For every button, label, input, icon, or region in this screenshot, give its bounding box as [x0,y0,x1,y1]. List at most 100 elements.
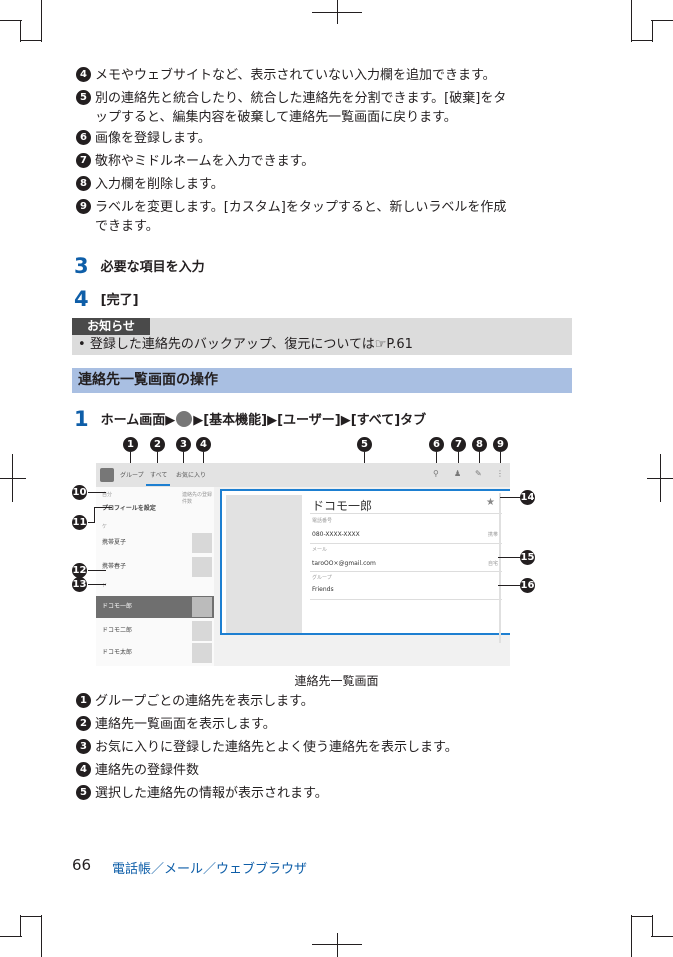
leader-line [94,507,112,508]
list-item-selected[interactable]: ドコモ一郎 [96,596,214,618]
list-item-text: ラベルを変更します。[カスタム]をタップすると、新しいラベルを作成 [95,200,507,215]
list-item-text: 連絡先の登録件数 [95,763,200,778]
callout-badge: 5 [357,437,372,452]
list-item-text: 連絡先一覧画面を表示します。 [95,717,276,732]
note-tag: お知らせ [72,318,150,335]
menu-icon[interactable]: ⋮ [496,469,504,478]
leader-line [498,585,520,586]
search-icon[interactable]: ⚲ [433,469,439,478]
crop-mark [631,915,632,957]
mail-label: メール [312,547,328,553]
edit-icon[interactable]: ✎ [475,469,482,478]
callout-badge: 6 [429,437,444,452]
number-badge: 8 [76,176,91,191]
phone-label: 電話番号 [312,518,333,524]
crop-mark [660,454,661,502]
note-text-body: 登録した連絡先のバックアップ、復元については☞P.61 [89,337,413,352]
action-bar: グループ すべて お気に入り ⚲ ♟ ✎ ⋮ [96,463,510,487]
step: 1 ホーム画面▶ ▶[基本機能]▶[ユーザー]▶[すべて]タブ [74,407,426,431]
leader-line [94,507,95,523]
phone-value[interactable]: 080-XXXX-XXXX [312,531,360,538]
list-item: 5 別の連絡先と統合したり、統合した連絡先を分割できます。[破棄]をタ [76,89,506,109]
list-item-text: お気に入りに登録した連絡先とよく使う連絡先を表示します。 [95,740,458,755]
crop-mark [41,915,42,957]
list-item-text: 入力欄を削除します。 [95,177,224,192]
number-badge: 1 [76,693,91,708]
app-icon [176,411,193,427]
contact-photo [192,597,212,617]
step: 4 [完了] [74,287,139,311]
divider [310,571,502,572]
mail-type: 自宅 [488,561,499,567]
tab-groups[interactable]: グループ [120,470,144,479]
callout-badge: 12 [72,563,87,578]
callout-badge: 3 [176,437,191,452]
number-badge: 4 [76,762,91,777]
list-item: 3 お気に入りに登録した連絡先とよく使う連絡先を表示します。 [76,738,458,758]
list-item-text: メモやウェブサイトなど、表示されていない入力欄を追加できます。 [95,68,496,83]
step-number: 1 [74,407,89,431]
callout-badge: 8 [472,437,487,452]
list-item-text: 画像を登録します。 [95,131,211,146]
crop-mark [20,20,21,42]
crop-mark [20,916,42,917]
crop-mark [41,0,42,42]
list-item[interactable]: ドコモ太郎 [96,642,214,664]
list-item: 4 連絡先の登録件数 [76,761,199,781]
number-badge: 9 [76,199,91,214]
crop-mark [12,454,13,502]
list-item: 8 入力欄を削除します。 [76,175,224,195]
divider [310,513,502,514]
crop-mark [631,916,653,917]
divider [310,599,502,600]
crop-mark [651,20,673,21]
star-icon[interactable]: ★ [486,497,495,508]
contact-name: ドコモ一郎 [102,603,133,610]
callout-badge: 14 [520,490,535,505]
list-item: 5 選択した連絡先の情報が表示されます。 [76,784,328,804]
list-item: 6 画像を登録します。 [76,129,211,149]
contact-photo [192,557,212,577]
crop-mark [631,0,632,42]
figure-caption: 連絡先一覧画面 [294,674,379,688]
tab-favorites[interactable]: お気に入り [176,470,206,479]
list-item[interactable]: ドコモ二郎 [96,620,214,642]
contact-list: 自分 連絡先の登録件数 プロフィールを設定 ケ 携帯夏子 携帯春子 ド ドコモ一… [96,487,214,666]
leader-line [88,570,106,571]
tab-all[interactable]: すべて [150,470,167,479]
leader-line [498,557,520,558]
number-badge: 2 [76,716,91,731]
callout-badge: 13 [72,577,87,592]
contact-name: 携帯夏子 [102,539,127,546]
add-contact-icon[interactable]: ♟ [454,469,461,478]
list-item: 2 連絡先一覧画面を表示します。 [76,715,276,735]
crop-mark [0,20,22,21]
list-item: 4 メモやウェブサイトなど、表示されていない入力欄を追加できます。 [76,66,496,86]
scrollbar[interactable] [499,493,501,643]
contact-name: ドコモ一郎 [312,499,373,513]
page-number: 66 [72,856,92,874]
crop-mark [337,933,338,957]
list-item-continuation: できます。 [95,219,159,234]
list-item-text: グループごとの連絡先を表示します。 [95,694,314,709]
contacts-screenshot: グループ すべて お気に入り ⚲ ♟ ✎ ⋮ 自分 連絡先の登録件数 プロフィー… [96,463,510,666]
crop-mark [652,915,653,937]
callout-badge: 15 [520,550,535,565]
number-badge: 6 [76,130,91,145]
note-box: お知らせ • 登録した連絡先のバックアップ、復元については☞P.61 [72,318,572,355]
step: 3 必要な項目を入力 [74,254,205,278]
mail-value[interactable]: taroOO×@gmail.com [312,560,376,567]
list-item[interactable]: 携帯春子 [96,556,214,578]
list-item[interactable]: 携帯夏子 [96,532,214,554]
crop-mark [652,20,653,42]
list-item-text: 選択した連絡先の情報が表示されます。 [95,786,328,801]
crop-mark [20,40,42,41]
number-badge: 5 [76,785,91,800]
callout-badge: 1 [123,437,138,452]
callout-badge: 2 [150,437,165,452]
contact-name: ドコモ太郎 [102,649,133,656]
leader-line [88,492,106,493]
list-item-text: 敬称やミドルネームを入力できます。 [95,154,315,169]
number-badge: 5 [76,90,91,105]
profile-item[interactable]: プロフィールを設定 [96,498,214,520]
